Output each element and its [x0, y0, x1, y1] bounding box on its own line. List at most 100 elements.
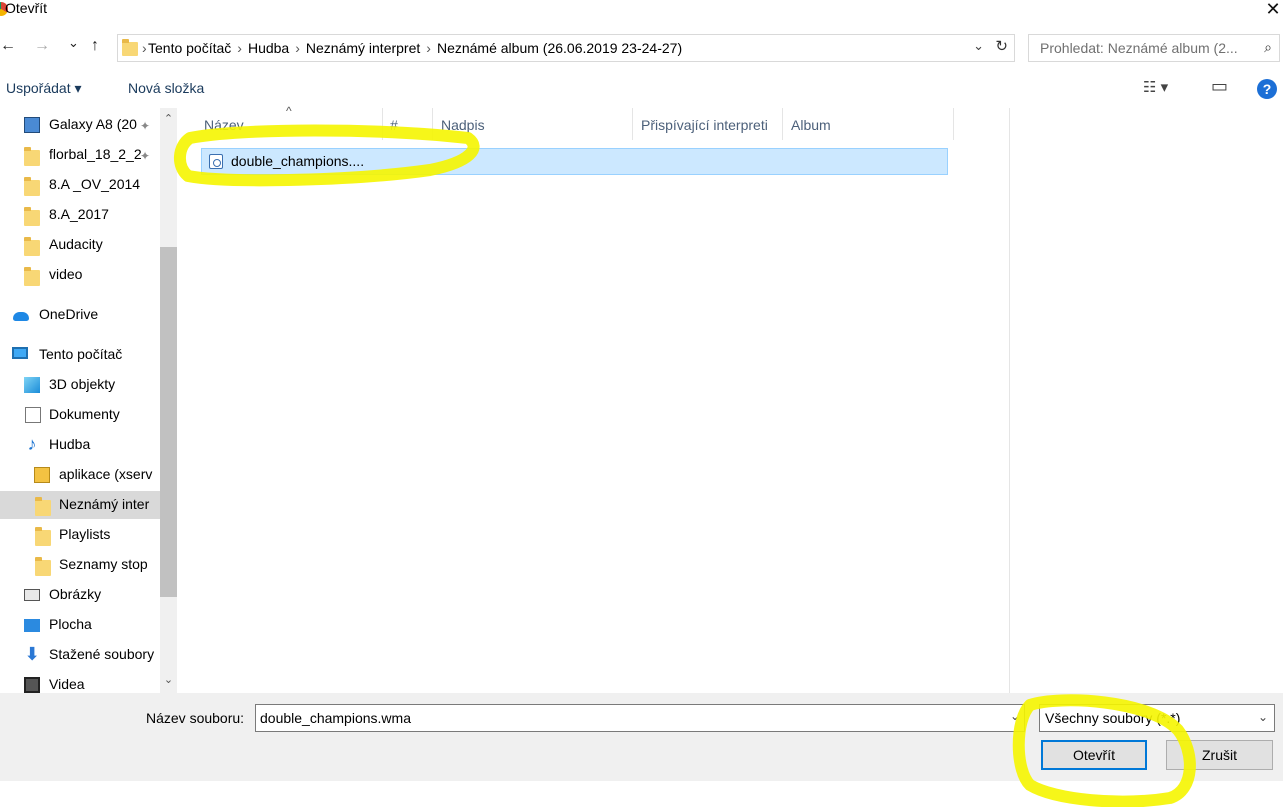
sidebar-item-label: florbal_18_2_2 — [49, 146, 142, 162]
breadcrumb-item[interactable]: Neznámé album (26.06.2019 23-24-27) — [437, 40, 682, 56]
chevron-down-icon: ⌄ — [1257, 710, 1268, 724]
sidebar-item-label: 3D objekty — [49, 376, 116, 392]
open-button[interactable]: Otevřít — [1041, 740, 1147, 770]
scroll-up-icon[interactable]: ⌃ — [160, 112, 177, 129]
details-pane-divider — [1009, 108, 1010, 693]
sidebar-item-aplikace[interactable]: aplikace (xserv — [0, 461, 160, 489]
sidebar-item-documents[interactable]: Dokumenty — [0, 401, 160, 429]
cancel-button[interactable]: Zrušit — [1166, 740, 1273, 770]
desktop-icon — [24, 619, 40, 632]
breadcrumb-separator: › — [142, 40, 147, 56]
folder-icon — [122, 39, 138, 56]
cube-icon — [24, 377, 40, 393]
sidebar-item-music[interactable]: ♪ Hudba — [0, 431, 160, 459]
file-list — [177, 108, 1009, 693]
view-options-icon[interactable]: ☷ ▾ — [1143, 78, 1168, 96]
breadcrumb-item[interactable]: Tento počítač — [148, 40, 231, 56]
column-divider[interactable] — [632, 108, 633, 140]
sidebar-item-label: Playlists — [59, 526, 111, 542]
sidebar-item-playlists[interactable]: Playlists — [0, 521, 160, 549]
window-title: Otevřít — [5, 0, 48, 16]
sidebar-item-label: Galaxy A8 (20 — [49, 116, 137, 132]
sidebar-item-label: Dokumenty — [49, 406, 120, 422]
dialog-footer: Název souboru: double_champions.wma ⌄ Vš… — [0, 693, 1283, 781]
column-header-name[interactable]: Název — [204, 117, 244, 149]
pin-icon: ✦ — [140, 119, 151, 133]
column-header-album[interactable]: Album — [791, 117, 831, 149]
column-header-number[interactable]: # — [390, 117, 398, 149]
breadcrumb-separator: › — [426, 40, 431, 56]
pin-icon: ✦ — [140, 149, 151, 163]
recent-locations-icon[interactable]: ⌄ — [68, 35, 79, 51]
breadcrumb-item[interactable]: Hudba — [248, 40, 289, 56]
cloud-icon — [13, 312, 29, 321]
download-icon: ⬇ — [24, 644, 40, 664]
sidebar-item-onedrive[interactable]: OneDrive — [0, 301, 160, 329]
search-icon[interactable]: ⌕ — [1264, 39, 1272, 56]
sidebar-item-3d-objects[interactable]: 3D objekty — [0, 371, 160, 399]
music-icon: ♪ — [27, 434, 37, 454]
sidebar-item-label: Audacity — [49, 236, 103, 252]
sidebar-item-track-lists[interactable]: Seznamy stop — [0, 551, 160, 579]
sidebar-item-downloads[interactable]: ⬇ Stažené soubory — [0, 641, 160, 669]
chevron-down-icon[interactable]: ⌄ — [1010, 709, 1020, 723]
search-box[interactable]: Prohledat: Neznámé album (2... ⌕ — [1028, 34, 1280, 62]
sidebar-item-unknown-artist[interactable]: Neznámý inter — [0, 491, 160, 519]
filename-value: double_champions.wma — [260, 710, 411, 726]
column-header-title[interactable]: Nadpis — [441, 117, 485, 149]
sort-ascending-icon: ^ — [286, 104, 292, 118]
up-icon[interactable]: ↑ — [91, 37, 99, 55]
filetype-value: Všechny soubory (*.*) — [1045, 710, 1181, 726]
toolbar: Uspořádat ▾ Nová složka ☷ ▾ ▭ — [0, 76, 1283, 102]
app-icon — [34, 467, 50, 483]
filename-label: Název souboru: — [146, 710, 245, 726]
file-row[interactable]: double_champions.... — [201, 148, 948, 175]
preview-pane-icon[interactable]: ▭ — [1211, 76, 1228, 97]
column-divider[interactable] — [782, 108, 783, 140]
chevron-down-icon[interactable]: ⌄ — [973, 38, 984, 54]
breadcrumb: Tento počítač › Hudba › Neznámý interpret › Ne… — [148, 40, 682, 56]
file-name: double_champions.... — [231, 153, 365, 169]
sidebar-item-label: aplikace (xserv — [59, 466, 153, 482]
sidebar-item-galaxy[interactable]: Galaxy A8 (20 ✦ — [0, 111, 160, 139]
sidebar-item-8a-ov-2014[interactable]: 8.A _OV_2014 — [0, 171, 160, 199]
help-icon[interactable]: ? — [1257, 79, 1277, 99]
sidebar-item-this-pc[interactable]: Tento počítač — [0, 341, 160, 369]
address-bar[interactable]: › Tento počítač › Hudba › Neznámý interpret ›… — [117, 34, 1015, 62]
refresh-icon[interactable]: ↻ — [995, 37, 1008, 55]
column-divider[interactable] — [382, 108, 383, 140]
column-header-contributing-artists[interactable]: Přispívající interpreti — [641, 117, 768, 149]
folder-icon — [35, 557, 51, 576]
new-folder-button[interactable]: Nová složka — [128, 80, 204, 96]
sidebar-item-label: Stažené soubory — [49, 646, 155, 662]
close-button[interactable]: ✕ — [1263, 0, 1283, 20]
filetype-select[interactable]: Všechny soubory (*.*) ⌄ — [1039, 704, 1275, 732]
forward-icon[interactable]: → — [34, 37, 50, 55]
organize-button[interactable]: Uspořádat ▾ — [6, 80, 82, 97]
scroll-down-icon[interactable]: ⌄ — [160, 673, 177, 690]
back-icon[interactable]: ← — [0, 37, 16, 55]
sidebar-item-label: Videa — [49, 676, 85, 692]
column-divider[interactable] — [953, 108, 954, 140]
filename-field[interactable]: double_champions.wma ⌄ — [255, 704, 1025, 732]
search-input[interactable]: Prohledat: Neznámé album (2... — [1040, 40, 1238, 56]
breadcrumb-separator: › — [237, 40, 242, 56]
sidebar-item-label: Tento počítač — [39, 346, 123, 362]
sidebar-item-label: 8.A _OV_2014 — [49, 176, 141, 192]
sidebar-item-label: Hudba — [49, 436, 91, 452]
sidebar-item-audacity[interactable]: Audacity — [0, 231, 160, 259]
sidebar-item-desktop[interactable]: Plocha — [0, 611, 160, 639]
sidebar-item-8a-2017[interactable]: 8.A_2017 — [0, 201, 160, 229]
sidebar-item-florbal[interactable]: florbal_18_2_2 ✦ — [0, 141, 160, 169]
breadcrumb-separator: › — [295, 40, 300, 56]
sidebar-scrollbar-thumb[interactable] — [160, 247, 177, 597]
title-bar: Otevřít ✕ — [0, 0, 1283, 22]
phone-icon — [24, 117, 40, 133]
column-divider[interactable] — [432, 108, 433, 140]
sidebar-item-videos[interactable]: Videa — [0, 671, 160, 693]
sidebar-item-label: video — [49, 266, 83, 282]
sidebar-item-video[interactable]: video — [0, 261, 160, 289]
sidebar-item-pictures[interactable]: Obrázky — [0, 581, 160, 609]
folder-icon — [24, 267, 40, 286]
breadcrumb-item[interactable]: Neznámý interpret — [306, 40, 420, 56]
